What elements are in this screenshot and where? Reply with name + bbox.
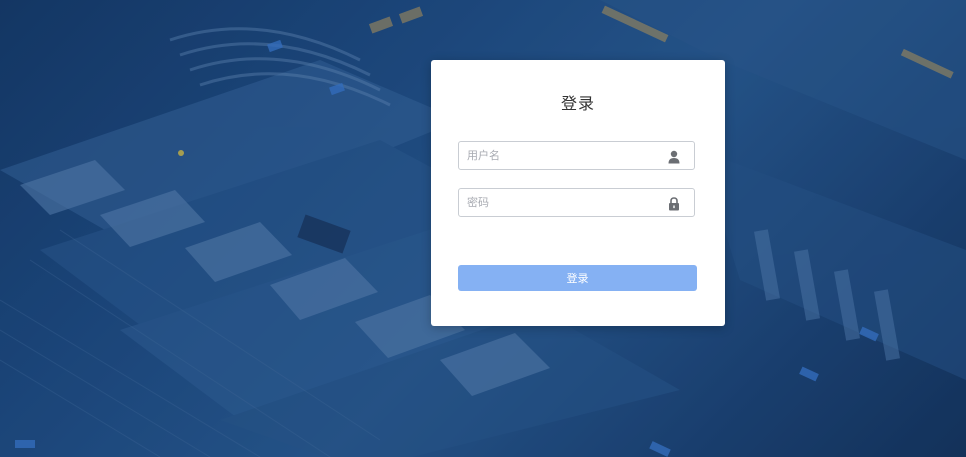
user-icon [668,149,680,164]
password-input[interactable] [459,189,667,216]
login-card: 登录 登录 [431,60,725,326]
username-input[interactable] [459,142,667,169]
password-field[interactable] [458,188,695,217]
lock-icon [668,196,680,211]
login-title: 登录 [560,94,595,113]
login-button[interactable]: 登录 [458,265,697,291]
username-field[interactable] [458,141,695,170]
